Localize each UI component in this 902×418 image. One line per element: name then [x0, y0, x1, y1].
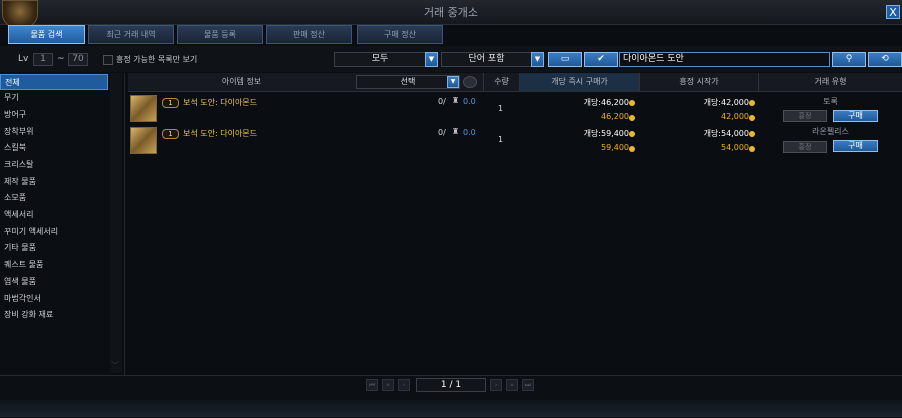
gold-coin-icon — [629, 115, 635, 121]
item-quantity: 1 — [498, 104, 504, 113]
tab-item-search[interactable]: 물품 검색 — [8, 25, 85, 44]
tab-item-register[interactable]: 물품 등록 — [177, 25, 263, 44]
auction-price-each: 개당:54,000 — [703, 129, 749, 138]
category-item[interactable]: 장착부위 — [0, 124, 108, 140]
auction-button[interactable]: 흥정 — [783, 141, 827, 153]
item-name: 보석 도안: 다이아몬드 — [183, 98, 258, 107]
seller-name: 라온펠리스 — [812, 127, 849, 136]
column-instant-buy[interactable]: 개당 즉시 구매가 — [520, 73, 639, 91]
sidebar-scrollbar[interactable] — [110, 73, 122, 373]
coin-stack-icon: ♜ — [452, 96, 460, 105]
coin-stack-icon: ♜ — [452, 127, 460, 136]
category-item[interactable]: 액세서리 — [0, 207, 108, 223]
item-count-badge: 1 — [162, 98, 179, 108]
scroll-down-icon[interactable]: ﹀ — [111, 360, 119, 371]
category-item[interactable]: 염색 물품 — [0, 274, 108, 290]
gold-coin-icon — [629, 100, 635, 106]
bid-value: 0.0 — [463, 97, 476, 106]
column-trade-type[interactable]: 거래 유형 — [759, 73, 902, 91]
category-item[interactable]: 꾸미기 액세서리 — [0, 224, 108, 240]
item-quantity: 1 — [498, 135, 504, 144]
grade-select-chevron-down-icon[interactable]: ▼ — [425, 52, 438, 67]
instant-price-each: 개당:59,400 — [583, 129, 629, 138]
category-item[interactable]: 스킬북 — [0, 140, 108, 156]
close-button[interactable]: X — [886, 5, 900, 19]
auction-only-checkbox[interactable] — [103, 55, 113, 65]
column-quantity[interactable]: 수량 — [484, 73, 519, 91]
search-icon[interactable]: ⚲ — [832, 52, 866, 67]
category-item[interactable]: 장비 강화 재료 — [0, 307, 108, 323]
gold-coin-icon — [749, 100, 755, 106]
instant-price-total: 46,200 — [601, 112, 629, 121]
last-page-icon[interactable]: ⏭ — [522, 379, 534, 391]
next-page-icon[interactable]: › — [490, 379, 502, 391]
next-ten-icon[interactable]: » — [506, 379, 518, 391]
column-auction-start[interactable]: 흥정 시작가 — [640, 73, 758, 91]
category-item[interactable]: 소모품 — [0, 190, 108, 206]
gold-coin-icon — [629, 131, 635, 137]
toggle-view-icon[interactable]: ▭ — [548, 52, 582, 67]
category-item[interactable]: 퀘스트 물품 — [0, 257, 108, 273]
refresh-icon[interactable]: ⟲ — [868, 52, 902, 67]
check-icon[interactable]: ✔ — [584, 52, 618, 67]
buy-button[interactable]: 구매 — [833, 140, 878, 152]
tab-sale-settlement[interactable]: 판매 정산 — [266, 25, 352, 44]
auction-price-total: 42,000 — [721, 112, 749, 121]
item-count-badge: 1 — [162, 129, 179, 139]
auction-price-total: 54,000 — [721, 143, 749, 152]
tab-purchase-settlement[interactable]: 구매 정산 — [357, 25, 443, 44]
page-indicator: 1 / 1 — [416, 378, 486, 392]
match-select[interactable]: 단어 포함 — [441, 52, 532, 67]
auction-button[interactable]: 흥정 — [783, 110, 827, 122]
settings-icon[interactable] — [463, 76, 477, 88]
level-min-input[interactable]: 1 — [33, 53, 53, 66]
tab-recent-trades[interactable]: 최근 거래 내역 — [88, 25, 174, 44]
first-page-icon[interactable]: ⏮ — [366, 379, 378, 391]
gold-coin-icon — [629, 146, 635, 152]
category-item[interactable]: 무기 — [0, 90, 108, 106]
search-input[interactable]: 다이아몬드 도안 — [619, 52, 830, 67]
category-item[interactable]: 방어구 — [0, 107, 108, 123]
category-item[interactable]: 제작 물품 — [0, 174, 108, 190]
scroll-item-icon[interactable] — [130, 95, 157, 122]
level-label: Lv — [18, 54, 29, 64]
instant-price-each: 개당:46,200 — [583, 98, 629, 107]
prev-page-icon[interactable]: ‹ — [398, 379, 410, 391]
level-max-input[interactable]: 70 — [68, 53, 88, 66]
sort-select-chevron-down-icon[interactable]: ▼ — [447, 76, 459, 88]
category-item[interactable]: 전체 — [0, 74, 108, 90]
window-title: 거래 중개소 — [423, 6, 479, 19]
gold-coin-icon — [749, 131, 755, 137]
seller-name: 토록 — [823, 97, 838, 106]
prev-ten-icon[interactable]: « — [382, 379, 394, 391]
quickbar-strip — [0, 400, 902, 417]
match-select-chevron-down-icon[interactable]: ▼ — [531, 52, 544, 67]
sort-select[interactable]: 선택 — [356, 75, 460, 89]
level-range-separator: ~ — [57, 54, 65, 64]
scroll-item-icon[interactable] — [130, 127, 157, 154]
buy-button[interactable]: 구매 — [833, 110, 878, 122]
bid-count: 0/ — [438, 97, 446, 106]
gold-coin-icon — [749, 115, 755, 121]
column-item-info[interactable]: 아이템 정보 — [128, 73, 355, 91]
category-item[interactable]: 크리스탈 — [0, 157, 108, 173]
instant-price-total: 59,400 — [601, 143, 629, 152]
bid-count: 0/ — [438, 128, 446, 137]
item-name: 보석 도안: 다이아몬드 — [183, 129, 258, 138]
category-item[interactable]: 마법각인서 — [0, 291, 108, 307]
auction-price-each: 개당:42,000 — [703, 98, 749, 107]
bid-value: 0.0 — [463, 128, 476, 137]
category-item[interactable]: 기타 물품 — [0, 240, 108, 256]
auction-only-label: 흥정 가능한 목록만 보기 — [116, 55, 198, 64]
grade-select[interactable]: 모두 — [334, 52, 426, 67]
gold-coin-icon — [749, 146, 755, 152]
